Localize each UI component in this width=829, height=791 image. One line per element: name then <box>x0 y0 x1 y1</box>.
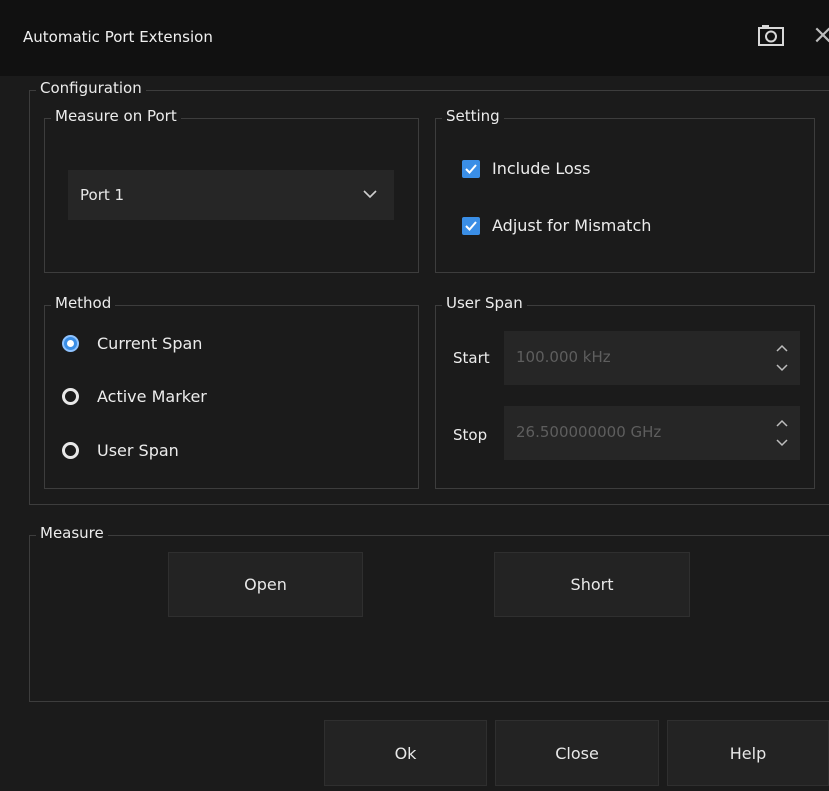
start-frequency-input[interactable]: 100.000 kHz <box>504 331 800 385</box>
ok-button[interactable]: Ok <box>324 720 487 786</box>
measure-legend: Measure <box>36 524 108 542</box>
setting-legend: Setting <box>442 107 504 125</box>
stop-frequency-input[interactable]: 26.500000000 GHz <box>504 406 800 460</box>
method-legend: Method <box>51 294 116 312</box>
camera-icon[interactable] <box>758 24 784 46</box>
stop-label: Stop <box>453 426 488 444</box>
open-button[interactable]: Open <box>168 552 363 617</box>
user-span-label: User Span <box>97 441 179 460</box>
user-span-legend: User Span <box>442 294 527 312</box>
help-button[interactable]: Help <box>667 720 829 786</box>
close-icon[interactable]: × <box>812 22 829 48</box>
spin-arrows-icon[interactable] <box>774 339 790 377</box>
chevron-down-icon <box>363 190 377 199</box>
active-marker-radio[interactable] <box>62 388 79 405</box>
current-span-label: Current Span <box>97 334 203 353</box>
checkmark-icon <box>465 163 477 174</box>
include-loss-checkbox[interactable] <box>462 159 480 178</box>
stop-frequency-value: 26.500000000 GHz <box>516 423 662 441</box>
title-bar: Automatic Port Extension × <box>0 0 829 76</box>
user-span-radio[interactable] <box>62 442 79 459</box>
start-label: Start <box>453 349 490 367</box>
adjust-for-mismatch-label: Adjust for Mismatch <box>492 216 652 235</box>
port-select-value: Port 1 <box>80 186 125 204</box>
measure-group: Measure <box>29 524 829 702</box>
active-marker-radio-row[interactable]: Active Marker <box>62 387 207 406</box>
measure-on-port-legend: Measure on Port <box>51 107 181 125</box>
include-loss-label: Include Loss <box>492 159 591 178</box>
spin-arrows-icon[interactable] <box>774 414 790 452</box>
adjust-for-mismatch-checkbox-row[interactable]: Adjust for Mismatch <box>462 216 651 235</box>
configuration-legend: Configuration <box>36 79 146 97</box>
checkmark-icon <box>465 220 477 231</box>
short-button[interactable]: Short <box>494 552 690 617</box>
close-button[interactable]: Close <box>495 720 659 786</box>
start-frequency-value: 100.000 kHz <box>516 348 611 366</box>
setting-group: Setting <box>435 107 815 273</box>
automatic-port-extension-dialog: Automatic Port Extension × Configuration… <box>0 0 829 791</box>
current-span-radio[interactable] <box>62 335 79 352</box>
port-select[interactable]: Port 1 <box>68 170 394 220</box>
dialog-title: Automatic Port Extension <box>23 28 213 46</box>
current-span-radio-row[interactable]: Current Span <box>62 334 202 353</box>
include-loss-checkbox-row[interactable]: Include Loss <box>462 159 590 178</box>
user-span-radio-row[interactable]: User Span <box>62 441 179 460</box>
adjust-for-mismatch-checkbox[interactable] <box>462 216 480 235</box>
active-marker-label: Active Marker <box>97 387 207 406</box>
